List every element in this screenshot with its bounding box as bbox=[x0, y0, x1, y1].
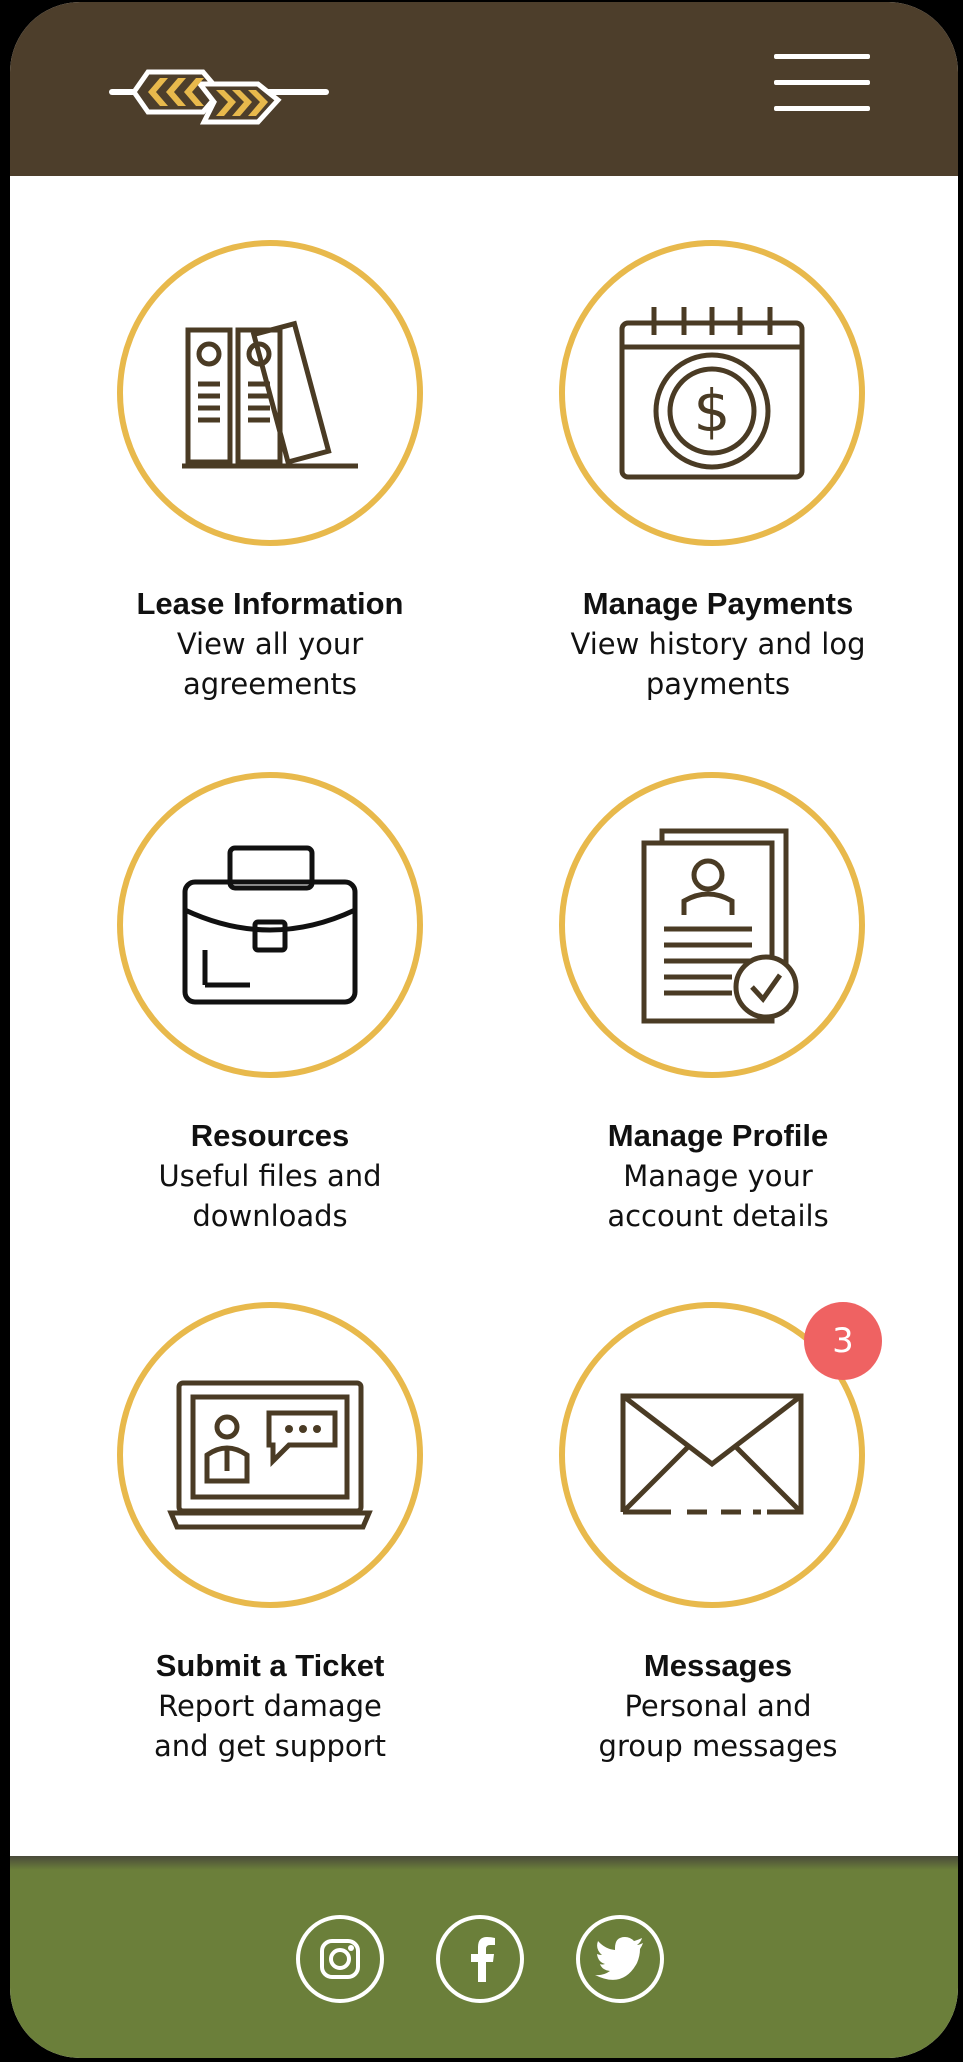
app-screen: Lease Information View all your agreemen… bbox=[10, 2, 958, 2058]
tile-subtitle-line1: Personal and bbox=[624, 1689, 812, 1723]
tile-icon-circle bbox=[117, 772, 423, 1078]
tile-subtitle-line2: payments bbox=[645, 667, 791, 701]
tile-icon-circle: $ bbox=[559, 240, 865, 546]
instagram-icon[interactable] bbox=[296, 1915, 384, 2003]
tile-manage-profile[interactable]: Manage Profile Manage your account detai… bbox=[498, 772, 938, 1242]
tile-resources[interactable]: Resources Useful files and downloads bbox=[50, 772, 490, 1242]
tile-subtitle-line1: View history and log bbox=[570, 627, 866, 661]
envelope-icon bbox=[620, 1393, 804, 1515]
app-footer bbox=[10, 1856, 958, 2058]
tile-subtitle-line2: and get support bbox=[154, 1729, 386, 1763]
unread-count-badge: 3 bbox=[804, 1302, 882, 1380]
tile-subtitle-line1: Useful files and bbox=[158, 1159, 382, 1193]
tile-subtitle-line2: account details bbox=[607, 1199, 829, 1233]
tile-subtitle-line2: group messages bbox=[598, 1729, 838, 1763]
laptop-chat-icon bbox=[167, 1380, 373, 1530]
tile-title: Resources bbox=[190, 1118, 350, 1153]
tile-messages[interactable]: 3 Messages Personal and group messages bbox=[498, 1302, 938, 1772]
svg-text:$: $ bbox=[694, 377, 731, 445]
wheat-chevron-logo bbox=[109, 69, 329, 125]
binders-icon bbox=[182, 320, 358, 469]
tile-subtitle-line1: Report damage bbox=[158, 1689, 382, 1723]
profile-document-icon bbox=[641, 828, 799, 1024]
tile-icon-circle bbox=[559, 772, 865, 1078]
logo[interactable] bbox=[108, 54, 330, 130]
tile-icon-circle bbox=[117, 1302, 423, 1608]
tile-subtitle-line2: agreements bbox=[182, 667, 358, 701]
tile-subtitle-line1: Manage your bbox=[623, 1159, 813, 1193]
tile-title: Lease Information bbox=[136, 586, 404, 621]
tile-manage-payments[interactable]: $ Manage Payments View history and log p… bbox=[498, 240, 938, 710]
facebook-icon[interactable] bbox=[436, 1915, 524, 2003]
hamburger-menu-icon[interactable] bbox=[774, 52, 870, 112]
footer-divider bbox=[10, 1856, 958, 1870]
tile-title: Manage Payments bbox=[582, 586, 854, 621]
tile-title: Submit a Ticket bbox=[155, 1648, 385, 1683]
tile-lease-information[interactable]: Lease Information View all your agreemen… bbox=[50, 240, 490, 710]
dashboard-grid: Lease Information View all your agreemen… bbox=[10, 176, 958, 1856]
tile-title: Manage Profile bbox=[607, 1118, 829, 1153]
calendar-dollar-icon: $ bbox=[619, 307, 805, 480]
app-header bbox=[10, 2, 958, 176]
tile-icon-circle bbox=[117, 240, 423, 546]
tile-subtitle-line1: View all your bbox=[176, 627, 364, 661]
tile-subtitle-line2: downloads bbox=[192, 1199, 348, 1233]
tile-title: Messages bbox=[643, 1648, 793, 1683]
briefcase-icon bbox=[182, 845, 358, 1005]
tile-submit-ticket[interactable]: Submit a Ticket Report damage and get su… bbox=[50, 1302, 490, 1772]
twitter-icon[interactable] bbox=[576, 1915, 664, 2003]
